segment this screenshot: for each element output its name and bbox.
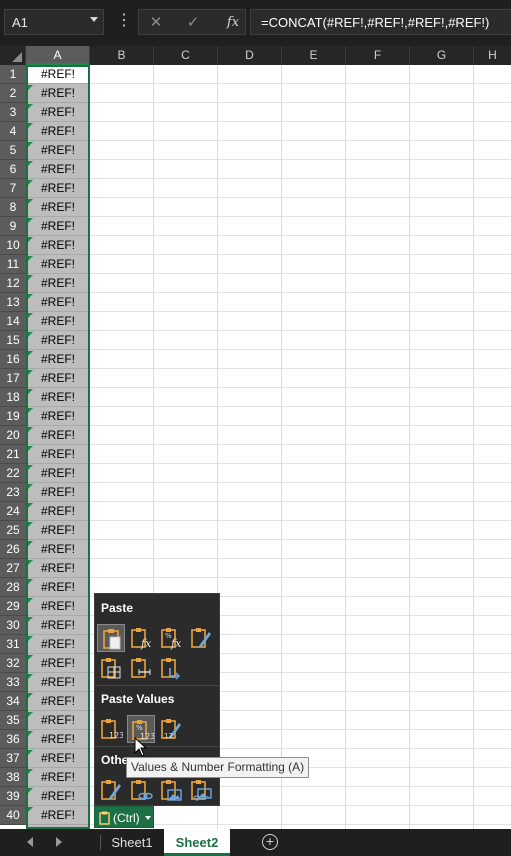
chevron-down-icon[interactable] — [90, 17, 98, 22]
column-header-g[interactable]: G — [410, 46, 474, 65]
chevron-down-icon — [145, 816, 151, 820]
formula-buttons: ✕ ✓ fx — [138, 9, 246, 35]
row-header[interactable]: 3 — [0, 103, 26, 122]
tab-separator — [100, 835, 101, 850]
column-header-e[interactable]: E — [282, 46, 346, 65]
row-header[interactable]: 18 — [0, 388, 26, 407]
column-header-h[interactable]: H — [474, 46, 511, 65]
row-header[interactable]: 36 — [0, 730, 26, 749]
transpose-icon[interactable] — [157, 654, 185, 682]
no-borders-icon[interactable] — [97, 654, 125, 682]
row-header[interactable]: 21 — [0, 445, 26, 464]
formula-input[interactable]: =CONCAT(#REF!,#REF!,#REF!,#REF!) — [250, 9, 511, 35]
svg-text:12: 12 — [164, 732, 173, 740]
mouse-cursor-icon — [134, 737, 148, 757]
svg-text:fx: fx — [170, 637, 182, 650]
row-header[interactable]: 28 — [0, 578, 26, 597]
row-header[interactable]: 32 — [0, 654, 26, 673]
row-header[interactable]: 2 — [0, 84, 26, 103]
row-header[interactable]: 30 — [0, 616, 26, 635]
values-source-formatting-icon[interactable]: 12 — [157, 715, 185, 743]
paste-values-section-title: Paste Values — [101, 692, 175, 706]
row-header[interactable]: 39 — [0, 787, 26, 806]
row-header[interactable]: 11 — [0, 255, 26, 274]
linked-picture-icon[interactable] — [187, 776, 215, 804]
row-header[interactable]: 31 — [0, 635, 26, 654]
values-icon[interactable]: 123 — [97, 715, 125, 743]
row-header[interactable]: 5 — [0, 141, 26, 160]
menu-separator — [95, 746, 219, 747]
row-header[interactable]: 22 — [0, 464, 26, 483]
paste-link-icon[interactable] — [127, 776, 155, 804]
row-header[interactable]: 29 — [0, 597, 26, 616]
scroll-tabs-left-icon[interactable] — [27, 837, 33, 847]
row-header[interactable]: 40 — [0, 806, 26, 825]
clipboard-icon — [99, 811, 110, 825]
row-header[interactable]: 20 — [0, 426, 26, 445]
svg-text:%: % — [136, 724, 143, 732]
row-header[interactable]: 25 — [0, 521, 26, 540]
paste-formulas-number-formatting-icon[interactable]: % fx — [157, 624, 185, 652]
row-header[interactable]: 37 — [0, 749, 26, 768]
picture-icon[interactable] — [157, 776, 185, 804]
paste-icon[interactable] — [97, 624, 125, 652]
row-header[interactable]: 26 — [0, 540, 26, 559]
add-sheet-icon[interactable]: + — [262, 834, 278, 850]
svg-text:123: 123 — [109, 731, 123, 740]
row-header[interactable]: 19 — [0, 407, 26, 426]
row-header[interactable]: 8 — [0, 198, 26, 217]
keep-column-widths-icon[interactable] — [127, 654, 155, 682]
column-headers: A B C D E F G H — [0, 46, 511, 65]
row-header[interactable]: 27 — [0, 559, 26, 578]
enter-icon[interactable]: ✓ — [183, 13, 203, 33]
name-box-value: A1 — [12, 15, 28, 30]
column-header-a[interactable]: A — [26, 46, 90, 65]
column-header-b[interactable]: B — [90, 46, 154, 65]
column-header-c[interactable]: C — [154, 46, 218, 65]
row-header[interactable]: 7 — [0, 179, 26, 198]
formatting-icon[interactable] — [97, 776, 125, 804]
paste-section-title: Paste — [101, 601, 134, 615]
svg-text:fx: fx — [140, 637, 152, 650]
tooltip: Values & Number Formatting (A) — [126, 757, 309, 778]
row-header[interactable]: 1 — [0, 65, 26, 84]
cancel-icon[interactable]: ✕ — [146, 13, 166, 33]
row-header[interactable]: 15 — [0, 331, 26, 350]
row-header[interactable]: 23 — [0, 483, 26, 502]
keep-source-formatting-icon[interactable] — [187, 624, 215, 652]
row-header[interactable]: 6 — [0, 160, 26, 179]
formula-text: =CONCAT(#REF!,#REF!,#REF!,#REF!) — [261, 15, 490, 30]
name-box[interactable]: A1 — [4, 9, 104, 35]
row-header[interactable]: 24 — [0, 502, 26, 521]
tab-sheet2[interactable]: Sheet2 — [164, 829, 230, 856]
column-header-f[interactable]: F — [346, 46, 410, 65]
row-header[interactable]: 10 — [0, 236, 26, 255]
row-header[interactable]: 16 — [0, 350, 26, 369]
row-header[interactable]: 14 — [0, 312, 26, 331]
select-all-triangle-icon — [12, 52, 22, 62]
paste-options-button[interactable]: (Ctrl) — [94, 806, 154, 828]
tab-sheet1[interactable]: Sheet1 — [104, 829, 160, 856]
menu-separator — [95, 685, 219, 686]
row-header[interactable]: 38 — [0, 768, 26, 787]
paste-formulas-icon[interactable]: fx — [127, 624, 155, 652]
row-header[interactable]: 17 — [0, 369, 26, 388]
column-header-d[interactable]: D — [218, 46, 282, 65]
row-header[interactable]: 34 — [0, 692, 26, 711]
select-all-button[interactable] — [0, 46, 26, 65]
row-header[interactable]: 12 — [0, 274, 26, 293]
scroll-tabs-right-icon[interactable] — [56, 837, 62, 847]
row-header[interactable]: 9 — [0, 217, 26, 236]
insert-function-icon[interactable]: fx — [223, 13, 243, 33]
paste-options-label: (Ctrl) — [113, 811, 140, 825]
row-header[interactable]: 35 — [0, 711, 26, 730]
more-options-icon[interactable]: ⋮ — [116, 13, 132, 29]
row-header[interactable]: 4 — [0, 122, 26, 141]
row-header[interactable]: 33 — [0, 673, 26, 692]
formula-bar: A1 ⋮ ✕ ✓ fx =CONCAT(#REF!,#REF!,#REF!,#R… — [0, 0, 511, 46]
row-header[interactable]: 13 — [0, 293, 26, 312]
selection-border — [26, 65, 90, 829]
sheet-tab-bar: Sheet1 Sheet2 + — [0, 829, 511, 856]
